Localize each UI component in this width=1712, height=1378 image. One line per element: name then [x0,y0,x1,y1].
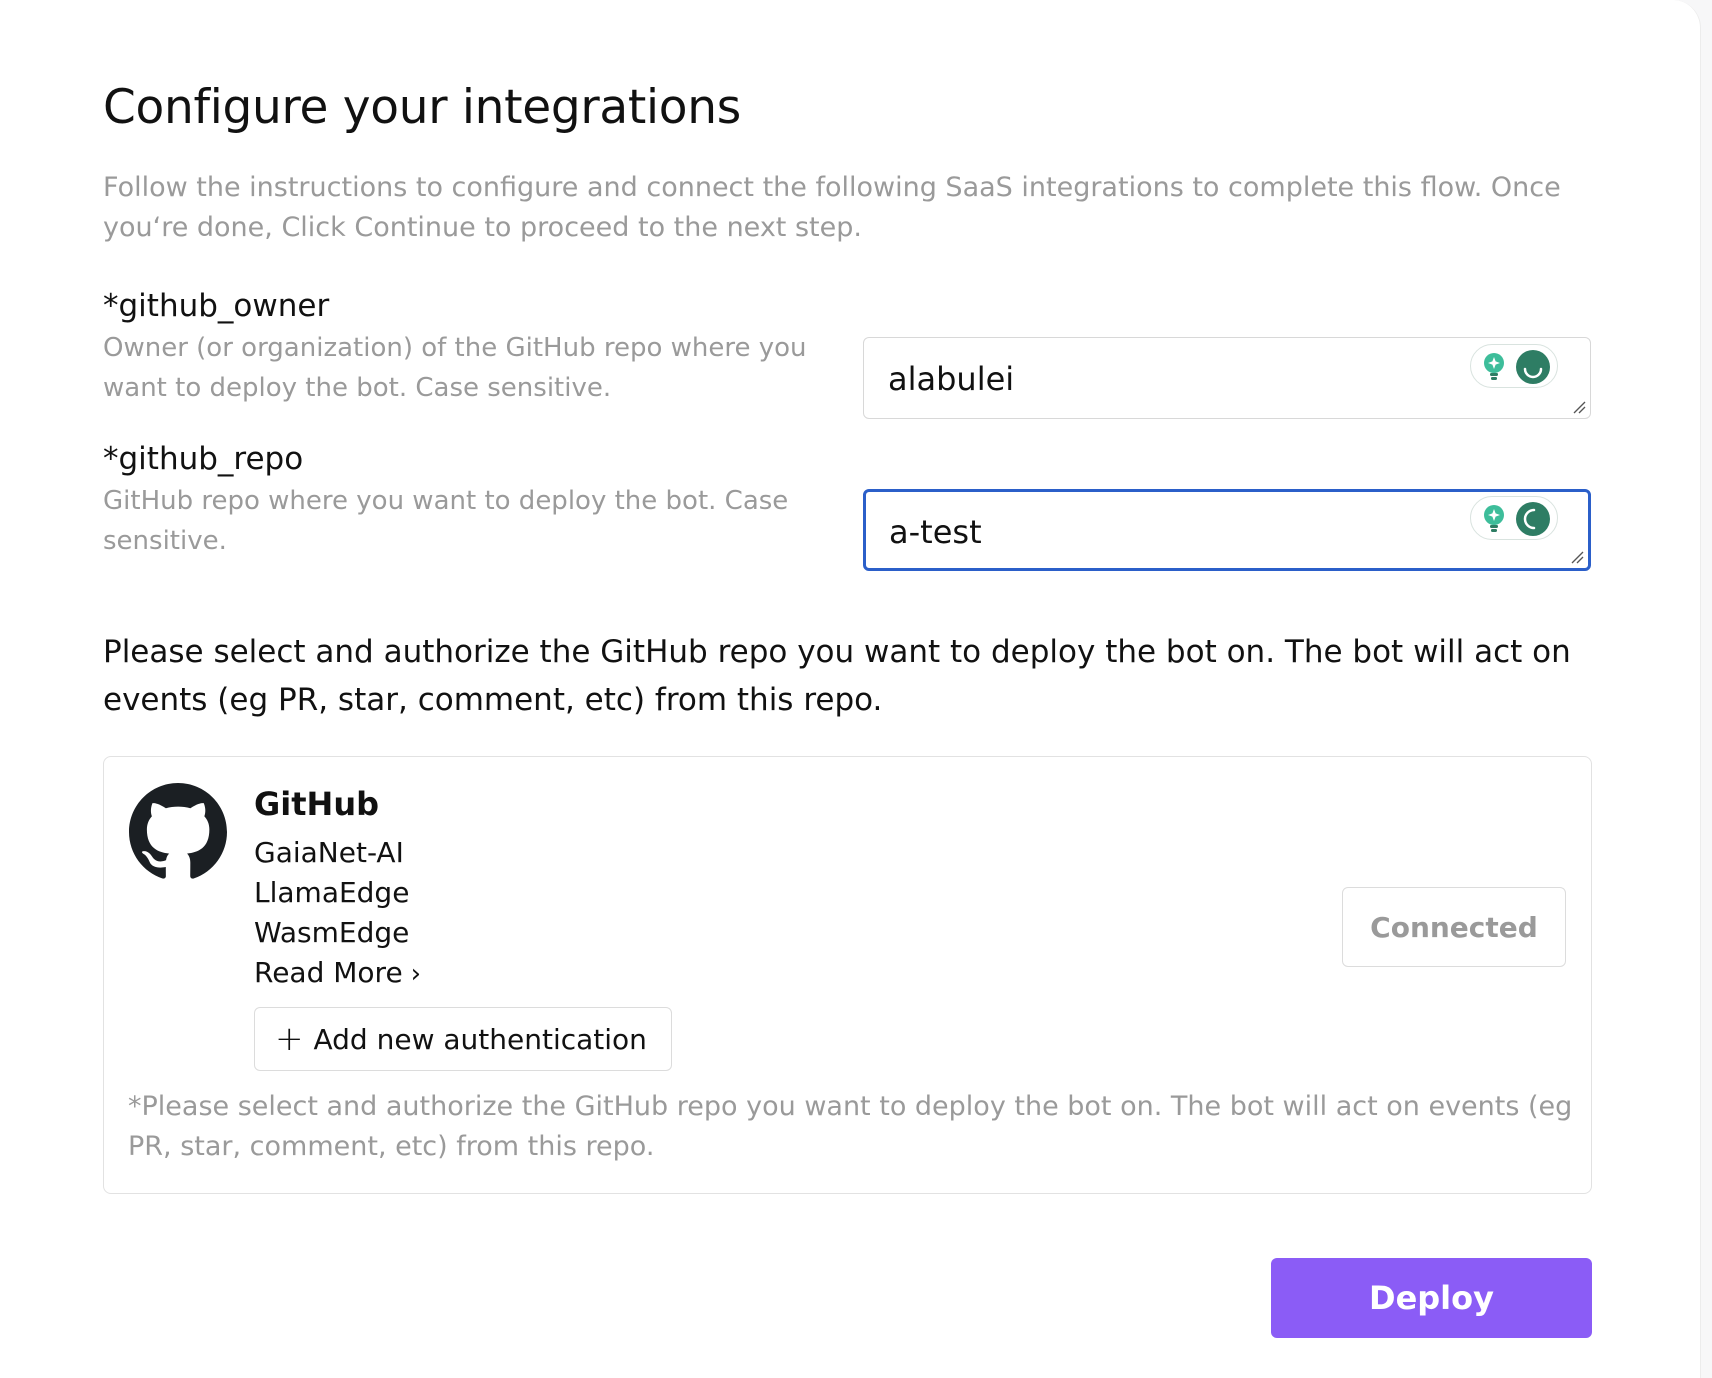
resize-grip-icon[interactable] [1572,400,1586,414]
assistant-logo-icon [1516,350,1550,384]
organization-item: LlamaEdge [254,876,410,909]
read-more-label: Read More [254,956,403,989]
assistant-logo-icon [1516,502,1550,536]
add-authentication-label: Add new authentication [313,1022,647,1056]
instruction-text: Please select and authorize the GitHub r… [103,634,1571,718]
writing-assistant-badge[interactable] [1470,496,1558,540]
github-owner-label: *github_owner [103,288,330,324]
deploy-button[interactable]: Deploy [1271,1258,1592,1338]
github-icon [129,783,227,879]
organization-item: WasmEdge [254,916,410,949]
plus-icon: + [275,1019,304,1059]
lightbulb-icon [1484,353,1504,380]
lightbulb-icon [1484,505,1504,532]
github-repo-description: GitHub repo where you want to deploy the… [103,486,789,556]
resize-grip-icon[interactable] [1570,550,1584,564]
github-integration-card: GitHub GaiaNet-AI LlamaEdge WasmEdge Rea… [103,756,1592,1194]
read-more-link[interactable]: Read More › [254,953,421,994]
add-authentication-button[interactable]: + Add new authentication [254,1007,672,1071]
page-title: Configure your integrations [103,80,741,135]
chevron-right-icon: › [410,959,422,989]
github-repo-label: *github_repo [103,441,304,477]
integrations-panel: Configure your integrations Follow the i… [0,0,1701,1378]
page-subtitle: Follow the instructions to configure and… [103,172,1561,243]
organization-list: GaiaNet-AI LlamaEdge WasmEdge [254,833,409,953]
connected-status-button[interactable]: Connected [1342,887,1566,967]
integration-note: *Please select and authorize the GitHub … [128,1091,1573,1162]
github-repo-input[interactable]: a-test [863,489,1591,571]
github-owner-input-value[interactable]: alabulei [888,360,1014,398]
integration-name: GitHub [254,785,379,823]
writing-assistant-badge[interactable] [1470,344,1558,388]
github-owner-description: Owner (or organization) of the GitHub re… [103,333,807,403]
organization-item: GaiaNet-AI [254,836,404,869]
github-owner-input[interactable]: alabulei [863,337,1591,419]
github-repo-input-value[interactable]: a-test [889,513,982,551]
